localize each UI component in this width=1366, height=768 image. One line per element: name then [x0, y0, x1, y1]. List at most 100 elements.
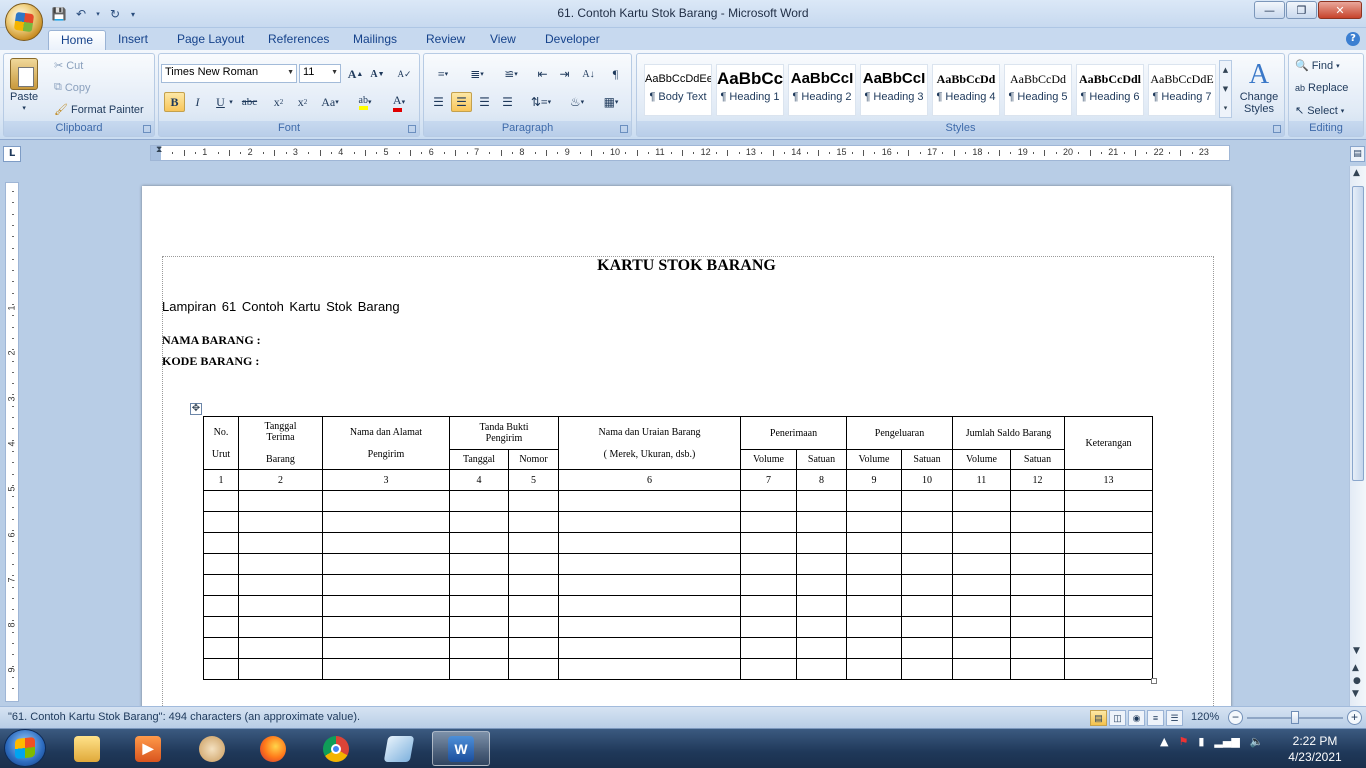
table-cell[interactable]	[558, 616, 741, 638]
header-tanggal[interactable]: Tanggal	[449, 449, 509, 470]
clipboard-launcher-icon[interactable]	[143, 125, 151, 133]
styles-scroll[interactable]: ▲ ▼ ▾	[1219, 60, 1232, 118]
table-cell[interactable]	[203, 574, 239, 596]
table-cell[interactable]	[1064, 511, 1153, 533]
tab-developer[interactable]: Developer	[533, 30, 612, 50]
table-cell[interactable]	[846, 616, 902, 638]
table-cell[interactable]	[322, 490, 450, 512]
taskbar-word[interactable]: W	[432, 731, 490, 766]
tab-insert[interactable]: Insert	[106, 30, 160, 50]
select-button[interactable]: ↖ Select ▾	[1295, 104, 1344, 118]
table-cell[interactable]	[1010, 616, 1065, 638]
table-cell[interactable]	[901, 595, 953, 617]
grow-font-button[interactable]: A ▲	[345, 64, 366, 84]
shading-button[interactable]: ♨ ▾	[562, 92, 592, 112]
table-cell[interactable]	[952, 616, 1011, 638]
table-cell[interactable]	[449, 658, 509, 680]
tab-page-layout[interactable]: Page Layout	[165, 30, 256, 50]
table-cell[interactable]	[952, 574, 1011, 596]
horizontal-ruler[interactable]: 1 2 3 4 5 6 7 8 9 10 11 12 13 14 15 16 17 18 19 20 21 22 23 ⧗	[150, 145, 1230, 161]
scroll-down-icon[interactable]: ▼	[1353, 646, 1360, 656]
header-penerimaan[interactable]: Penerimaan	[740, 416, 847, 450]
office-button[interactable]	[5, 3, 43, 41]
start-button[interactable]	[4, 729, 46, 767]
justify-button[interactable]: ☰	[497, 92, 518, 112]
change-styles-button[interactable]: A Change Styles	[1235, 59, 1283, 115]
table-cell[interactable]	[1064, 553, 1153, 575]
table-cell[interactable]	[901, 616, 953, 638]
col-number[interactable]: 11	[952, 469, 1011, 491]
table-cell[interactable]	[740, 490, 797, 512]
table-move-handle-icon[interactable]: ✥	[190, 403, 202, 415]
tab-review[interactable]: Review	[414, 30, 477, 50]
table-cell[interactable]	[203, 511, 239, 533]
table-cell[interactable]	[796, 511, 847, 533]
nama-barang-label[interactable]: NAMA BARANG :	[162, 333, 261, 348]
table-cell[interactable]	[238, 574, 323, 596]
header-nama-alamat-cell[interactable]: Nama dan Alamat Pengirim	[322, 416, 450, 470]
header-pengeluaran[interactable]: Pengeluaran	[846, 416, 953, 450]
strikethrough-button[interactable]: abc	[239, 92, 260, 112]
table-cell[interactable]	[1064, 616, 1153, 638]
clear-formatting-button[interactable]: A✓	[394, 64, 415, 84]
indent-marker-icon[interactable]: ⧗	[156, 145, 162, 155]
vertical-ruler[interactable]: 1 2 3 4 5 6 7 8 9	[5, 182, 19, 702]
paste-button[interactable]: Paste ▾	[10, 58, 38, 112]
col-number[interactable]: 5	[508, 469, 559, 491]
table-cell[interactable]	[238, 553, 323, 575]
tab-selector[interactable]: L	[3, 146, 21, 162]
table-cell[interactable]	[740, 553, 797, 575]
table-cell[interactable]	[449, 553, 509, 575]
header-tanggal-cell[interactable]: Tanggal Terima Barang	[238, 416, 323, 470]
style-heading-1[interactable]: AaBbCc ¶ Heading 1	[716, 64, 784, 116]
maximize-button[interactable]: ❐	[1286, 1, 1317, 19]
col-number[interactable]: 3	[322, 469, 450, 491]
full-screen-reading-icon[interactable]: ◫	[1109, 710, 1126, 726]
table-cell[interactable]	[322, 637, 450, 659]
header-saldo-satuan[interactable]: Satuan	[1010, 449, 1065, 470]
table-cell[interactable]	[203, 637, 239, 659]
header-jumlah-saldo[interactable]: Jumlah Saldo Barang	[952, 416, 1065, 450]
table-cell[interactable]	[203, 553, 239, 575]
table-cell[interactable]	[952, 637, 1011, 659]
table-cell[interactable]	[796, 658, 847, 680]
style-heading-7[interactable]: AaBbCcDdE ¶ Heading 7	[1148, 64, 1216, 116]
table-cell[interactable]	[508, 553, 559, 575]
browse-object-icon[interactable]: ●	[1353, 676, 1361, 686]
redo-icon[interactable]: ↻	[106, 5, 124, 23]
table-cell[interactable]	[952, 490, 1011, 512]
outline-view-icon[interactable]: ≡	[1147, 710, 1164, 726]
font-color-button[interactable]: A ▾	[384, 92, 414, 112]
kode-barang-label[interactable]: KODE BARANG :	[162, 354, 259, 369]
table-cell[interactable]	[238, 490, 323, 512]
table-cell[interactable]	[238, 637, 323, 659]
table-cell[interactable]	[796, 490, 847, 512]
table-cell[interactable]	[952, 532, 1011, 554]
sort-button[interactable]: A↓	[578, 64, 599, 84]
table-cell[interactable]	[238, 511, 323, 533]
draft-view-icon[interactable]: ☰	[1166, 710, 1183, 726]
line-spacing-button[interactable]: ⇅≡ ▾	[526, 92, 556, 112]
bold-button[interactable]: B	[164, 92, 185, 112]
table-cell[interactable]	[508, 616, 559, 638]
table-cell[interactable]	[558, 511, 741, 533]
table-cell[interactable]	[203, 595, 239, 617]
highlight-button[interactable]: ab ▾	[350, 92, 380, 112]
table-cell[interactable]	[449, 595, 509, 617]
table-cell[interactable]	[558, 574, 741, 596]
close-button[interactable]: ✕	[1318, 1, 1362, 19]
subscript-button[interactable]: x2	[268, 92, 289, 112]
table-cell[interactable]	[846, 637, 902, 659]
zoom-level[interactable]: 120%	[1191, 711, 1219, 723]
header-nomor[interactable]: Nomor	[508, 449, 559, 470]
volume-icon[interactable]: 🔈	[1250, 735, 1264, 748]
help-icon[interactable]: ?	[1346, 32, 1360, 46]
table-cell[interactable]	[322, 511, 450, 533]
table-cell[interactable]	[796, 532, 847, 554]
table-cell[interactable]	[901, 490, 953, 512]
style-heading-3[interactable]: AaBbCcI ¶ Heading 3	[860, 64, 928, 116]
table-cell[interactable]	[1010, 511, 1065, 533]
superscript-button[interactable]: x2	[292, 92, 313, 112]
table-cell[interactable]	[238, 532, 323, 554]
table-cell[interactable]	[1010, 658, 1065, 680]
